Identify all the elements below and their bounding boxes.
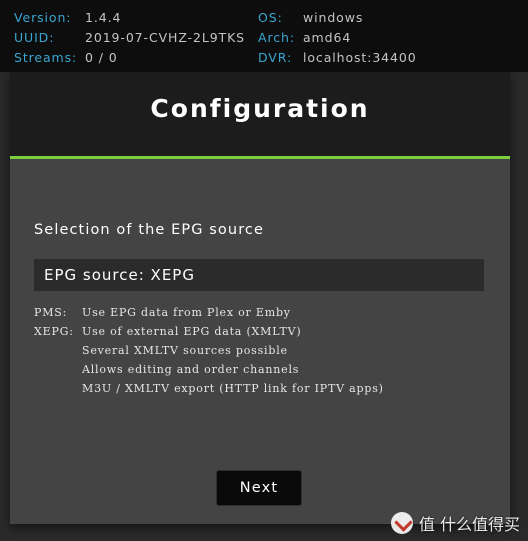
epg-source-value: EPG source: XEPG (44, 266, 195, 284)
watermark-text: 值 什么值得买 (418, 515, 520, 534)
zhi-logo-icon (390, 512, 413, 534)
description-text: M3U / XMLTV export (HTTP link for IPTV a… (82, 382, 384, 395)
os-value: windows (303, 10, 364, 25)
streams-value: 0 / 0 (85, 50, 118, 65)
epg-source-field[interactable]: EPG source: XEPG (34, 259, 484, 291)
section-heading: Selection of the EPG source (34, 222, 265, 238)
description-text: Use EPG data from Plex or Emby (82, 306, 291, 319)
uuid-value: 2019-07-CVHZ-2L9TKS (85, 30, 246, 45)
arch-label: Arch: (258, 30, 295, 45)
panel-header: Configuration (10, 72, 510, 159)
version-label: Version: (14, 10, 72, 25)
arch-value: amd64 (303, 30, 352, 45)
status-bar: Version: 1.4.4 OS: windows UUID: 2019-07… (0, 0, 528, 72)
description-text: Use of external EPG data (XMLTV) (82, 325, 302, 338)
status-row-streams: Streams: 0 / 0 DVR: localhost:34400 (14, 48, 514, 68)
description-text: Several XMLTV sources possible (82, 344, 288, 357)
configuration-panel: Configuration Selection of the EPG sourc… (10, 72, 510, 524)
status-row-uuid: UUID: 2019-07-CVHZ-2L9TKS Arch: amd64 (14, 28, 514, 48)
description-key: XEPG: (34, 325, 74, 338)
os-label: OS: (258, 10, 283, 25)
dvr-label: DVR: (258, 50, 293, 65)
watermark: 值 什么值得买 (390, 511, 520, 535)
uuid-label: UUID: (14, 30, 55, 45)
version-value: 1.4.4 (85, 10, 122, 25)
description-key: PMS: (34, 306, 68, 319)
next-button[interactable]: Next (216, 470, 302, 506)
description-text: Allows editing and order channels (82, 363, 300, 376)
page-title: Configuration (150, 94, 370, 123)
status-row-version: Version: 1.4.4 OS: windows (14, 8, 514, 28)
dvr-value: localhost:34400 (303, 50, 417, 65)
streams-label: Streams: (14, 50, 78, 65)
